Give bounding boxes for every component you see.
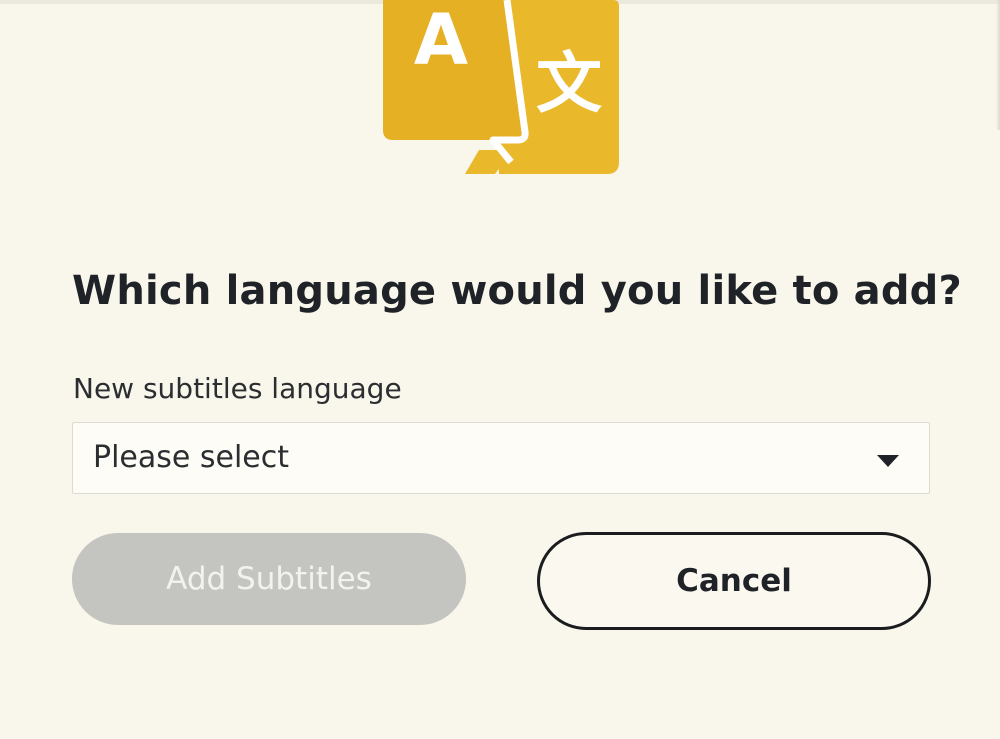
language-select-value: Please select: [93, 440, 290, 475]
add-subtitles-button[interactable]: Add Subtitles: [72, 533, 466, 625]
language-field-label: New subtitles language: [73, 372, 402, 405]
icon-letter-right: 文: [536, 45, 602, 122]
cancel-button[interactable]: Cancel: [537, 532, 931, 630]
chevron-down-icon: [877, 455, 899, 467]
dialog-title: Which language would you like to add?: [72, 268, 962, 314]
frame-shadow: [996, 0, 1000, 130]
language-select[interactable]: Please select: [72, 422, 930, 494]
icon-letter-left: A: [414, 0, 468, 81]
translate-icon: A 文: [383, 0, 619, 174]
